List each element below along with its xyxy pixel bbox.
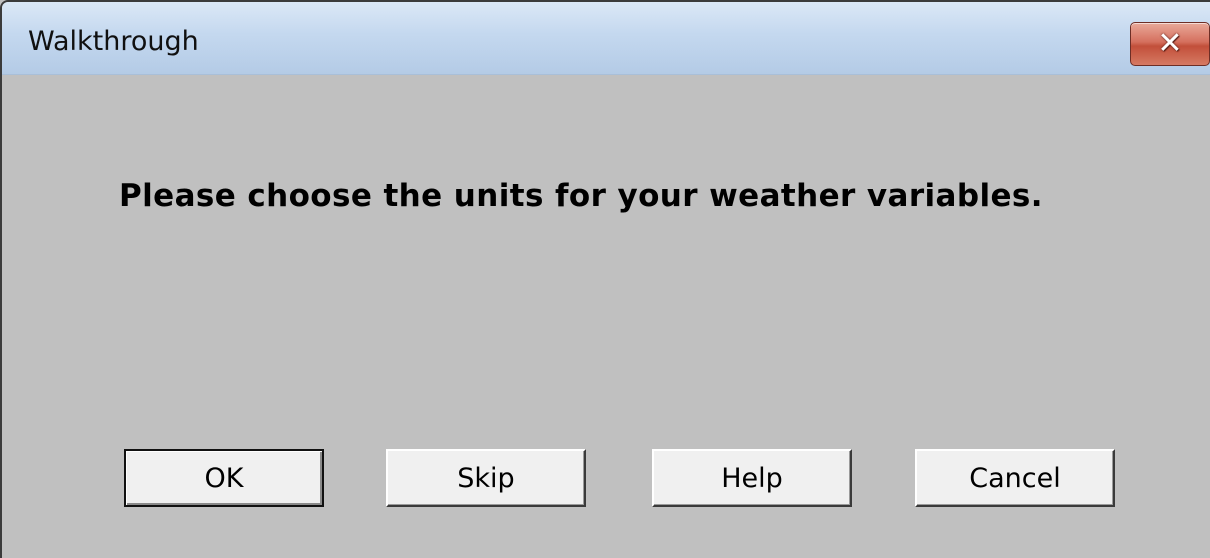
window-title: Walkthrough	[28, 26, 199, 57]
help-button[interactable]: Help	[652, 449, 852, 507]
close-icon: ✕	[1157, 26, 1183, 61]
close-button[interactable]: ✕	[1130, 22, 1210, 66]
walkthrough-dialog: Walkthrough ✕ Please choose the units fo…	[0, 0, 1210, 558]
skip-button[interactable]: Skip	[386, 449, 586, 507]
title-bar[interactable]: Walkthrough ✕	[2, 2, 1210, 75]
ok-button[interactable]: OK	[124, 449, 324, 507]
cancel-button[interactable]: Cancel	[915, 449, 1115, 507]
instruction-message: Please choose the units for your weather…	[119, 178, 1043, 214]
